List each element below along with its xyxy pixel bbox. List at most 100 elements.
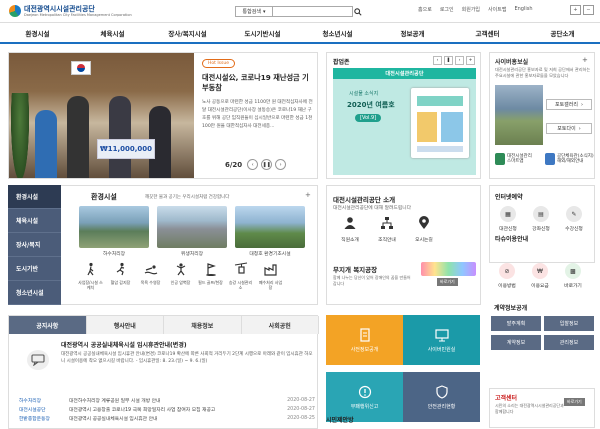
nav-customer-center[interactable]: 고객센터 (450, 28, 525, 38)
contract-plan-button[interactable]: 발주계획 (491, 316, 541, 331)
facility-icon-2[interactable]: 목욕 수영장 (137, 262, 164, 290)
font-plus-button[interactable]: + (570, 5, 581, 15)
notice-tabs: 공지사항 행사안내 채용정보 사회공헌 (9, 316, 319, 334)
reservation-class-link[interactable]: ✎ 수강신청 (559, 206, 589, 232)
popup-pause-button[interactable]: ❚ (444, 56, 453, 65)
tashu-go-link[interactable]: ▩ 바로가기 (558, 263, 588, 289)
citizen-proposal-title[interactable]: 시민제안방 (326, 415, 354, 424)
search-button[interactable] (353, 6, 363, 17)
util-login-link[interactable]: 로그인 (440, 6, 454, 13)
tab-events[interactable]: 행사안내 (86, 316, 164, 334)
util-home-link[interactable]: 홈으로 (418, 6, 432, 13)
search-input[interactable] (273, 6, 353, 17)
notice-title: 대전광역시 공공실내체육시설 임시휴관 안내 (69, 417, 158, 422)
photo-gallery-button[interactable]: 포토갤러리 › (546, 99, 592, 110)
rainbow-welfare-description: 함께 나누는 당신이 있어 장애인의 꿈을 만들어갑니다 (333, 275, 411, 286)
hero-next-button[interactable]: › (275, 159, 287, 170)
util-sitemap-link[interactable]: 사이트맵 (488, 6, 506, 13)
popup-line3: [Vol.9] (355, 114, 382, 122)
popup-next-button[interactable]: › (455, 56, 464, 65)
facility-icon-6[interactable]: 폐수처리 사업장 (257, 262, 284, 290)
photo-diary-button[interactable]: 포토다이 › (546, 123, 592, 134)
app-link-2[interactable]: 공단체육관(소식지) 해외/해외안내 (545, 153, 594, 165)
contract-info-button[interactable]: 계약정보 (491, 335, 541, 350)
chevron-right-icon: › (578, 125, 581, 132)
intro-location-link[interactable]: 오시는길 (407, 216, 441, 243)
tab-recruit[interactable]: 채용정보 (164, 316, 242, 334)
list-item[interactable]: 대전시설공단 대전광역시 고용창출 코로나19 극복 희망일자리 사업 참여자 모… (19, 405, 315, 414)
tab-social[interactable]: 사회공헌 (241, 316, 319, 334)
speech-bubble-icon (27, 350, 49, 370)
climbing-icon (176, 263, 185, 276)
list-item[interactable]: 한밭종합운동장 대전광역시 공공실내체육시설 임시휴관 안내 2020-08-25 (19, 414, 315, 423)
nav-funeral-welfare[interactable]: 장사/복지시설 (150, 28, 225, 38)
document-icon (359, 327, 370, 342)
quick-tiles: 사전정보공개 사이버민원실 부패행위신고 안전관리현황 (326, 315, 481, 429)
sanitation-plant-photo[interactable] (157, 206, 227, 248)
nav-about[interactable]: 공단소개 (525, 28, 600, 38)
category-sports[interactable]: 체육시설 (8, 209, 61, 233)
reservation-lecture-label: 강좌신청 (532, 227, 550, 232)
tashu-fee-link[interactable]: ₩ 이용요금 (525, 263, 555, 289)
logo[interactable]: 대전광역시시설관리공단 Daejeon Metropolitan City Fa… (9, 5, 132, 17)
nav-urban-infra[interactable]: 도시기반시설 (225, 28, 300, 38)
category-urban-infra[interactable]: 도시기반 (8, 257, 61, 281)
search-scope-select[interactable]: 통합검색 ▾ (235, 6, 273, 17)
facility-icon-4[interactable]: 필드 골프/천장 (197, 262, 224, 290)
customer-center-button[interactable]: 바로가기 (564, 398, 585, 406)
notice-date: 2020-08-27 (287, 398, 315, 403)
facility-icon-0[interactable]: 사업장/시설 스케치 (77, 262, 104, 290)
pause-icon: ❚ (446, 58, 451, 63)
list-item[interactable]: 하수처리장 대전하수처리장 계류공원 일부 시설 개방 안내 2020-08-27 (19, 396, 315, 405)
nav-info-open[interactable]: 정보공개 (375, 28, 450, 38)
tile-pre-disclosure-label: 사전정보공개 (350, 346, 379, 353)
category-funeral-welfare[interactable]: 장사/복지 (8, 233, 61, 257)
category-youth[interactable]: 청소년시설 (8, 281, 61, 305)
reservation-title: 인터넷예약 (495, 194, 523, 201)
featured-notice-title[interactable]: 대전광역시 공공실내체육시설 임시휴관안내(변경) (61, 340, 187, 349)
rainbow-welfare-button[interactable]: 바로가기 (437, 278, 458, 286)
nav-environment[interactable]: 환경시설 (0, 28, 75, 38)
intro-staff-link[interactable]: 직원소개 (333, 216, 367, 243)
category-environment[interactable]: 환경시설 (8, 185, 61, 209)
plus-icon[interactable]: + (305, 191, 311, 199)
facility-icon-1[interactable]: 혈압 감지장 (107, 262, 134, 290)
intro-org-link[interactable]: 조직안내 (370, 216, 404, 243)
util-join-link[interactable]: 회원가입 (462, 6, 480, 13)
hero-title[interactable]: 대전시설公, 코로나19 재난성금 기부동참 (202, 73, 315, 93)
facility-icon-3[interactable]: 인공 암벽장 (167, 262, 194, 290)
chevron-left-icon: ‹ (436, 58, 439, 63)
nav-sports[interactable]: 체육시설 (75, 28, 150, 38)
popup-line1: 시설물 소식지 (349, 91, 379, 97)
contract-bid-button[interactable]: 입찰정보 (544, 316, 594, 331)
tashu-howto-link[interactable]: ⊘ 이용방법 (492, 263, 522, 289)
contract-manage-button[interactable]: 관리정보 (544, 335, 594, 350)
tile-cyber-civil[interactable]: 사이버민원실 (403, 315, 480, 365)
facility-icon-5[interactable]: 승강 시설관리소 (227, 262, 254, 290)
reservation-lecture-link[interactable]: ▤ 강좌신청 (526, 206, 556, 232)
cyber-pr-photo[interactable] (495, 85, 543, 145)
util-english-link[interactable]: English (514, 6, 532, 13)
nav-youth[interactable]: 청소년시설 (300, 28, 375, 38)
plus-icon[interactable]: + (582, 56, 588, 64)
hero-pause-button[interactable]: ❚❚ (261, 159, 273, 170)
calendar-icon: ▦ (500, 206, 516, 222)
hero-photo[interactable]: ₩11,000,000 (9, 53, 194, 178)
tile-safety-status[interactable]: 안전관리현황 (403, 372, 480, 422)
popup-prev-button[interactable]: ‹ (433, 56, 442, 65)
reservation-rental-link[interactable]: ▦ 대관신청 (493, 206, 523, 232)
popup-zone: 팝업존 ‹ ❚ › + 대전시설관리공단 시설물 소식지 2020년 여름호 [… (326, 52, 481, 179)
tab-notice[interactable]: 공지사항 (9, 316, 87, 334)
search-bar: 통합검색 ▾ (235, 6, 365, 17)
app-link-1[interactable]: 대전시설관리 스마트앱 (495, 153, 532, 165)
popup-more-button[interactable]: + (466, 56, 475, 65)
sewage-plant-photo[interactable] (79, 206, 149, 248)
hero-prev-button[interactable]: ‹ (247, 159, 259, 170)
chevron-right-icon: › (279, 161, 282, 168)
font-size-controls: + − (570, 5, 594, 15)
font-minus-button[interactable]: − (583, 5, 594, 15)
hero-description: 노사 공동으로 마련한 성금 1100만 원 대전적십자사에 전달 대전시설관리… (202, 100, 313, 129)
daecheong-facility-photo[interactable] (235, 206, 305, 248)
popup-banner[interactable]: 대전시설관리공단 시설물 소식지 2020년 여름호 [Vol.9] (333, 68, 476, 175)
tile-pre-disclosure[interactable]: 사전정보공개 (326, 315, 403, 365)
